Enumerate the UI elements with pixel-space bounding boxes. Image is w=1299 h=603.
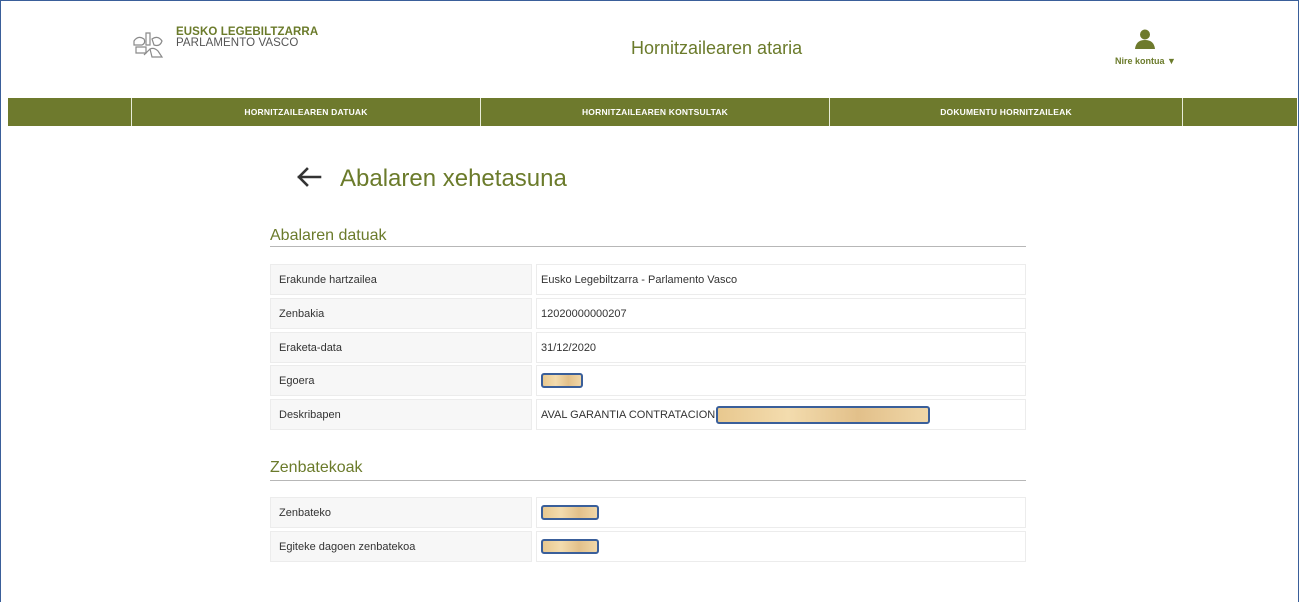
row-value — [536, 531, 1026, 562]
detail-row-date: Eraketa-data 31/12/2020 — [270, 332, 1026, 363]
row-label: Erakunde hartzailea — [270, 264, 532, 295]
detail-row-number: Zenbakia 12020000000207 — [270, 298, 1026, 329]
user-icon — [1135, 29, 1155, 49]
description-text: AVAL GARANTIA CONTRATACION — [541, 408, 716, 421]
row-label: Deskribapen — [270, 399, 532, 430]
main-navbar: HORNITZAILEAREN DATUAK HORNITZAILEAREN K… — [8, 98, 1297, 126]
page-title: Abalaren xehetasuna — [340, 165, 567, 192]
portal-title: Hornitzailearen ataria — [631, 38, 803, 58]
parliament-logo[interactable]: EUSKO LEGEBILTZARRA PARLAMENTO VASCO — [130, 26, 318, 61]
back-arrow-icon[interactable] — [296, 166, 322, 188]
row-value: AVAL GARANTIA CONTRATACION — [536, 399, 1026, 430]
detail-row-recipient: Erakunde hartzailea Eusko Legebiltzarra … — [270, 264, 1026, 295]
account-label: Nire kontua ▼ — [1115, 56, 1176, 66]
amounts-section-title: Zenbatekoak — [270, 459, 363, 476]
amount-row-pending: Egiteke dagoen zenbatekoa — [270, 531, 1026, 562]
row-value: 31/12/2020 — [536, 332, 1026, 363]
row-label: Egoera — [270, 365, 532, 396]
nav-item-supplier-data[interactable]: HORNITZAILEAREN DATUAK — [132, 98, 480, 126]
logo-line-2: PARLAMENTO VASCO — [176, 37, 299, 49]
detail-row-status: Egoera — [270, 365, 1026, 396]
section-divider — [270, 480, 1026, 481]
nav-item-supplier-documents[interactable]: DOKUMENTU HORNITZAILEAK — [830, 98, 1182, 126]
redacted-status — [541, 373, 583, 388]
nav-item-supplier-queries[interactable]: HORNITZAILEAREN KONTSULTAK — [481, 98, 829, 126]
guarantee-section-title: Abalaren datuak — [270, 227, 387, 244]
section-divider — [270, 246, 1026, 247]
nav-separator — [1182, 98, 1183, 126]
row-value — [536, 365, 1026, 396]
account-menu[interactable]: Nire kontua ▼ — [1115, 28, 1176, 66]
redacted-amount — [541, 505, 599, 520]
redacted-pending-amount — [541, 539, 599, 554]
row-label: Zenbateko — [270, 497, 532, 528]
row-label: Egiteke dagoen zenbatekoa — [270, 531, 532, 562]
row-value — [536, 497, 1026, 528]
amount-row-total: Zenbateko — [270, 497, 1026, 528]
detail-row-description: Deskribapen AVAL GARANTIA CONTRATACION — [270, 399, 1026, 430]
parliament-logo-icon — [133, 32, 164, 58]
row-value: 12020000000207 — [536, 298, 1026, 329]
row-label: Zenbakia — [270, 298, 532, 329]
row-value: Eusko Legebiltzarra - Parlamento Vasco — [536, 264, 1026, 295]
redacted-description — [716, 405, 931, 424]
row-label: Eraketa-data — [270, 332, 532, 363]
